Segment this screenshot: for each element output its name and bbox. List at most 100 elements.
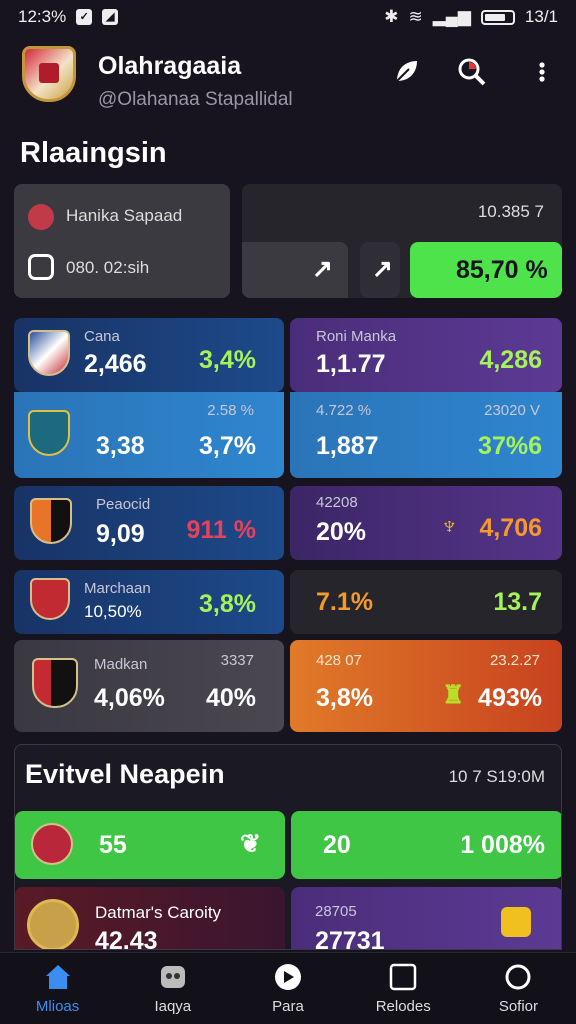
stat-aux: 23020 V bbox=[484, 402, 540, 419]
stat-card-6[interactable]: 42208 20% ♆ 4,706 bbox=[290, 486, 562, 560]
app-logo bbox=[22, 46, 76, 102]
nav-item-records[interactable]: Relodes bbox=[346, 953, 461, 1024]
summary-card[interactable]: Hanika Sapaad 080. 02:sih bbox=[14, 184, 230, 298]
bottom-nav: Mlioas Iaqya Para Relodes Sofior bbox=[0, 952, 576, 1024]
team-crest-icon bbox=[30, 498, 72, 544]
event-time: 10 7 S19:0M bbox=[448, 767, 545, 786]
team-crest-icon bbox=[31, 823, 73, 865]
trend-button-1[interactable]: ↗ bbox=[242, 242, 348, 298]
stat-card-1[interactable]: Cana 2,466 3,4% bbox=[14, 318, 284, 392]
trophy-box-icon bbox=[501, 907, 531, 937]
trophy-icon: ♆ bbox=[440, 512, 459, 540]
check-notification-icon: ✓ bbox=[76, 9, 93, 25]
square-icon bbox=[389, 963, 417, 991]
player-name: Datmar's Caroity bbox=[95, 903, 222, 922]
stat-card-7[interactable]: Marchaan 10,50% 3,8% bbox=[14, 570, 284, 634]
circle-icon bbox=[505, 964, 531, 990]
stat-card-4[interactable]: 4.722 % 23020 V 1,887 37%6 bbox=[290, 392, 562, 478]
more-options-button[interactable] bbox=[522, 52, 562, 92]
stat-card-9[interactable]: Madkan 3337 4,06% 40% bbox=[14, 640, 284, 732]
wifi-icon: ≋ bbox=[408, 7, 423, 26]
team-crest-icon bbox=[32, 658, 78, 708]
player-right-label: 28705 bbox=[315, 903, 357, 920]
team-crest-icon bbox=[28, 330, 70, 376]
stat-value: 3,8% bbox=[316, 684, 373, 712]
stat-percent: 911 % bbox=[186, 516, 256, 544]
nav-item-games[interactable]: Iaqya bbox=[115, 953, 230, 1024]
stat-label: 428 07 bbox=[316, 652, 362, 669]
bluetooth-icon: ✱ bbox=[384, 7, 399, 26]
nav-label: Sofior bbox=[498, 998, 538, 1015]
leaf-icon bbox=[396, 61, 417, 82]
app-handle: @Olahanaa Stapallidal bbox=[98, 89, 293, 110]
stat-label: 7.1% bbox=[316, 588, 373, 616]
stat-label: Marchaan bbox=[84, 580, 151, 597]
event-right-value: 20 bbox=[323, 831, 351, 859]
stat-value: 13.7 bbox=[493, 588, 542, 616]
summary-value-card[interactable]: 10.385 7 ↗ ↗ 85,70 % bbox=[242, 184, 562, 298]
more-vertical-icon bbox=[539, 62, 545, 82]
stat-percent: 4,706 bbox=[479, 514, 542, 542]
nav-item-home[interactable]: Mlioas bbox=[0, 953, 115, 1024]
event-right-percent: 1 008% bbox=[460, 831, 545, 859]
rooster-icon: ❦ bbox=[240, 830, 261, 858]
stat-value: 20% bbox=[316, 518, 367, 546]
summary-value: 10.385 7 bbox=[477, 202, 544, 221]
nav-label: Iaqya bbox=[154, 998, 192, 1015]
stat-percent: 37%6 bbox=[478, 432, 542, 460]
app-header: Olahragaaia @Olahanaa Stapallidal bbox=[0, 40, 576, 115]
stat-percent: 493% bbox=[478, 684, 542, 712]
event-card-left[interactable]: 55 ❦ bbox=[15, 811, 285, 879]
event-left-value: 55 bbox=[99, 831, 127, 859]
player-avatar bbox=[27, 899, 79, 949]
stat-label: Roni Manka bbox=[316, 328, 397, 345]
percent-badge[interactable]: 85,70 % bbox=[410, 242, 562, 298]
stat-card-8[interactable]: 7.1% 13.7 bbox=[290, 570, 562, 634]
play-circle-icon bbox=[275, 964, 301, 990]
stat-percent: 4,286 bbox=[479, 346, 542, 374]
trend-arrow-icon: ↗ bbox=[312, 255, 333, 283]
nav-label: Mlioas bbox=[35, 998, 80, 1015]
team-crest-icon bbox=[28, 410, 70, 456]
nav-label: Relodes bbox=[375, 998, 431, 1015]
stat-card-2[interactable]: Roni Manka 1,1.77 4,286 bbox=[290, 318, 562, 392]
stat-value: 1,1.77 bbox=[316, 350, 386, 378]
stat-label: 2.58 % bbox=[207, 402, 254, 419]
stat-card-5[interactable]: Peaocid 9,09 911 % bbox=[14, 486, 284, 560]
stat-label: Madkan bbox=[94, 656, 148, 673]
stat-card-3[interactable]: 2.58 % 3,38 3,7% bbox=[14, 392, 284, 478]
medal-icon: ♜ bbox=[442, 681, 465, 709]
stat-card-10[interactable]: 428 07 23.2.27 3,8% ♜ 493% bbox=[290, 640, 562, 732]
stat-value: 2,466 bbox=[84, 350, 147, 378]
stat-label: 42208 bbox=[316, 494, 358, 511]
player-card-right[interactable]: 28705 27731 bbox=[291, 887, 561, 949]
status-right-text: 13/1 bbox=[524, 7, 558, 26]
stat-label: 4.722 % bbox=[316, 402, 372, 419]
status-time: 12:3% bbox=[18, 7, 67, 26]
stat-value: 10,50% bbox=[84, 602, 142, 621]
home-icon bbox=[45, 965, 70, 989]
nav-item-play[interactable]: Para bbox=[230, 953, 345, 1024]
app-notification-icon: ◢ bbox=[102, 9, 119, 25]
stat-value: 4,06% bbox=[94, 684, 165, 712]
leaf-button[interactable] bbox=[386, 52, 426, 92]
player-value: 42.43 bbox=[95, 927, 158, 950]
section-title-events: Evitvel Neapein bbox=[25, 759, 225, 789]
event-panel: Evitvel Neapein 10 7 S19:0M 55 ❦ 20 1 00… bbox=[14, 744, 562, 950]
nav-label: Para bbox=[272, 998, 304, 1015]
event-card-right[interactable]: 20 1 008% bbox=[291, 811, 561, 879]
nav-item-more[interactable]: Sofior bbox=[461, 953, 576, 1024]
summary-row1-label: Hanika Sapaad bbox=[66, 206, 183, 225]
stat-label: Peaocid bbox=[96, 496, 151, 513]
stat-percent: 3,4% bbox=[199, 346, 256, 374]
trend-button-2[interactable]: ↗ bbox=[360, 242, 400, 298]
gamepad-icon bbox=[160, 966, 185, 988]
summary-row2-label: 080. 02:sih bbox=[66, 258, 150, 277]
team-crest-icon bbox=[30, 578, 70, 620]
stat-percent: 40% bbox=[205, 684, 256, 712]
percent-badge-text: 85,70 % bbox=[456, 256, 548, 284]
team-badge-icon bbox=[28, 204, 54, 230]
player-card[interactable]: Datmar's Caroity 42.43 bbox=[15, 887, 285, 950]
status-bar: 12:3% ✓ ◢ ✱ ≋ ▂▄▆ 13/1 bbox=[0, 0, 576, 34]
search-button[interactable] bbox=[452, 52, 492, 92]
